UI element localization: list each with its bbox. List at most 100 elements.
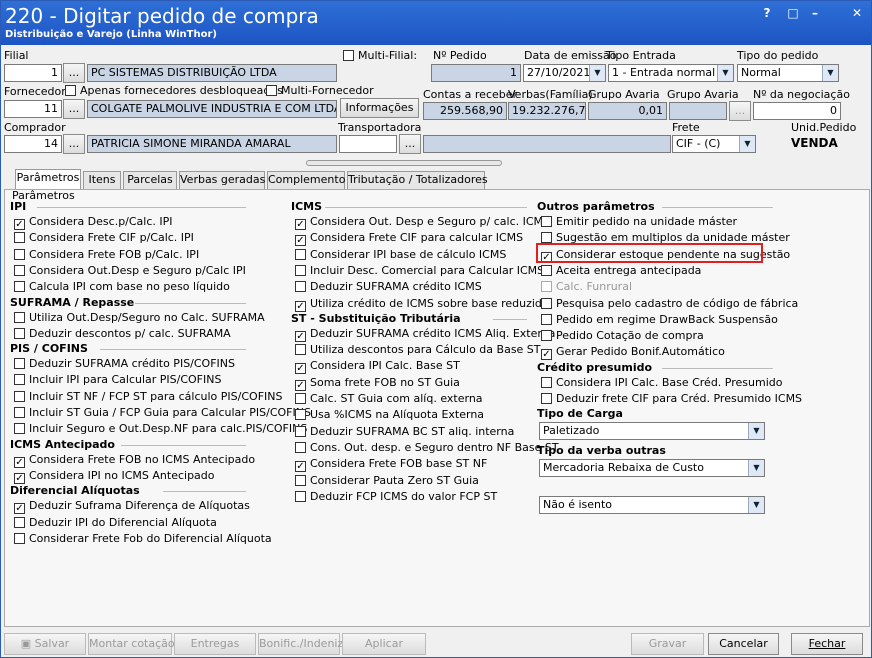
tab-complemento[interactable]: Complemento [267,171,345,189]
entregas-button[interactable]: Entregas [174,633,256,655]
aplicar-button[interactable]: Aplicar [342,633,426,655]
checkbox-considerar-pauta-zero-st-guia[interactable]: Considerar Pauta Zero ST Guia [295,474,479,490]
checkbox-deduzir-frete-cif-para-cred-presumido-ic[interactable]: Deduzir frete CIF para Créd. Presumido I… [541,392,802,408]
checkbox-considera-frete-fob-base-st-nf[interactable]: ✓ Considera Frete FOB base ST NF [295,457,487,473]
check-icon[interactable]: ✓ [14,219,25,230]
checkbox-incluir-st-nf-fcp-st-para-calculo-pis-co[interactable]: Incluir ST NF / FCP ST para cálculo PIS/… [14,390,282,406]
filial-code-input[interactable]: 1 [4,64,62,82]
checkbox-incluir-st-guia-fcp-guia-para-calcular-p[interactable]: Incluir ST Guia / FCP Guia para Calcular… [14,406,311,422]
tipo-verba-select[interactable]: Mercadoria Rebaixa de Custo ▼ [539,459,765,477]
checkbox-deduzir-ipi-do-diferencial-aliquota[interactable]: Deduzir IPI do Diferencial Alíquota [14,516,217,532]
check-icon[interactable]: ✓ [295,461,306,473]
checkbox-cons-out-desp-e-seguro-dentro-nf-base-st[interactable]: Cons. Out. desp. e Seguro dentro NF Base… [295,441,559,457]
tab-verbas-geradas[interactable]: Verbas geradas [179,171,265,189]
transportadora-search-button[interactable]: ... [399,134,421,154]
checkbox-box[interactable] [295,425,306,437]
splitter-handle[interactable] [306,160,502,166]
checkbox-box[interactable] [14,281,25,293]
checkbox-box[interactable] [541,232,552,244]
checkbox-considera-desc-p-calc-ipi[interactable]: ✓ Considera Desc.p/Calc. IPI [14,215,173,231]
checkbox-box[interactable] [541,264,552,276]
check-icon[interactable]: ✓ [14,503,25,515]
checkbox-deduzir-suframa-bc-st-aliq-interna[interactable]: Deduzir SUFRAMA BC ST aliq. interna [295,425,514,441]
multi-fornecedor-box[interactable] [266,85,277,96]
tipo-carga-select[interactable]: Paletizado ▼ [539,422,765,440]
check-icon[interactable]: ✓ [295,300,306,312]
checkbox-box[interactable] [14,516,25,528]
chevron-down-icon[interactable]: ▼ [748,460,764,476]
fechar-button[interactable]: Fechar [791,633,863,655]
checkbox-box[interactable] [14,423,25,435]
checkbox-considera-frete-fob-p-calc-ipi[interactable]: Considera Frete FOB p/Calc. IPI [14,248,199,264]
close-button[interactable]: ✕ [847,5,867,21]
check-icon[interactable]: ✓ [541,349,552,361]
checkbox-box[interactable] [14,232,25,244]
multi-filial-checkbox[interactable]: Multi-Filial: [343,49,417,65]
fornecedor-code-input[interactable]: 11 [4,100,62,118]
cancelar-button[interactable]: Cancelar [708,633,779,655]
checkbox-deduzir-suframa-credito-icms-aliq-extern[interactable]: ✓ Deduzir SUFRAMA crédito ICMS Aliq. Exte… [295,327,555,343]
chevron-down-icon[interactable]: ▼ [748,497,764,513]
checkbox-box[interactable] [295,441,306,453]
checkbox-calc-st-guia-com-aliq-externa[interactable]: Calc. ST Guia com alíq. externa [295,392,483,408]
transportadora-code-input[interactable] [339,135,397,153]
checkbox-box[interactable] [14,311,25,323]
checkbox-box[interactable] [14,374,25,386]
check-icon[interactable]: ✓ [295,379,306,391]
tab-itens[interactable]: Itens [83,171,121,189]
checkbox-calc-funrural[interactable]: Calc. Funrural [541,280,632,296]
checkbox-utiliza-credito-de-icms-sobre-base-reduz[interactable]: ✓ Utiliza crédito de ICMS sobre base redu… [295,297,549,313]
tipo-pedido-select[interactable]: Normal ▼ [737,64,839,82]
checkbox-pedido-em-regime-drawback-suspensao[interactable]: Pedido em regime DrawBack Suspensão [541,313,778,329]
checkbox-pesquisa-pelo-cadastro-de-codigo-de-fabr[interactable]: Pesquisa pelo cadastro de código de fábr… [541,297,798,313]
checkbox-deduzir-fcp-icms-do-valor-fcp-st[interactable]: Deduzir FCP ICMS do valor FCP ST [295,490,497,506]
check-icon[interactable]: ✓ [295,219,306,230]
tab-parcelas[interactable]: Parcelas [123,171,177,189]
comprador-search-button[interactable]: ... [63,134,85,154]
comprador-code-input[interactable]: 14 [4,135,62,153]
maximize-button[interactable]: □ [783,5,803,21]
checkbox-utiliza-descontos-para-calculo-da-base-s[interactable]: Utiliza descontos para Cálculo da Base S… [295,343,541,359]
check-icon[interactable]: ✓ [295,330,306,342]
checkbox-considera-frete-cif-p-calc-ipi[interactable]: Considera Frete CIF p/Calc. IPI [14,231,194,247]
checkbox-pedido-cotacao-de-compra[interactable]: Pedido Cotação de compra [541,329,704,345]
fornecedor-search-button[interactable]: ... [63,99,85,119]
checkbox-box[interactable] [14,407,25,418]
checkbox-box[interactable] [14,264,25,276]
checkbox-considera-out-desp-e-seguro-p-calc-ipi[interactable]: Considera Out.Desp e Seguro p/Calc IPI [14,264,246,280]
filial-search-button[interactable]: ... [63,63,85,83]
checkbox-box[interactable] [14,327,25,339]
checkbox-incluir-ipi-para-calcular-pis-cofins[interactable]: Incluir IPI para Calcular PIS/COFINS [14,373,221,389]
tab-parametros[interactable]: Parâmetros [15,169,81,190]
checkbox-utiliza-out-desp-seguro-no-calc-suframa[interactable]: Utiliza Out.Desp/Seguro no Calc. SUFRAMA [14,311,265,327]
checkbox-box[interactable] [14,390,25,402]
checkbox-considera-ipi-calc-base-cred-presumido[interactable]: Considera IPI Calc. Base Créd. Presumido [541,376,782,392]
checkbox-aceita-entrega-antecipada[interactable]: Aceita entrega antecipada [541,264,701,280]
isento-select[interactable]: Não é isento ▼ [539,496,765,514]
apenas-desbloqueados-checkbox[interactable]: Apenas fornecedores desbloqueados [65,84,283,100]
checkbox-usa-icms-na-aliquota-externa[interactable]: Usa %ICMS na Alíquota Externa [295,408,484,424]
checkbox-deduzir-suframa-credito-icms[interactable]: Deduzir SUFRAMA crédito ICMS [295,280,482,296]
checkbox-considera-ipi-calc-base-st[interactable]: ✓ Considera IPI Calc. Base ST [295,359,460,375]
tab-tributacao[interactable]: Tributação / Totalizadores [347,171,488,189]
checkbox-gerar-pedido-bonif-automatico[interactable]: ✓ Gerar Pedido Bonif.Automático [541,345,725,361]
checkbox-box[interactable] [14,248,25,260]
check-icon[interactable]: ✓ [295,235,306,247]
tipo-entrada-select[interactable]: 1 - Entrada normal ▼ [608,64,734,82]
informacoes-button[interactable]: Informações [340,98,419,118]
checkbox-considera-out-desp-e-seguro-p-calc-icms[interactable]: ✓ Considera Out. Desp e Seguro p/ calc. I… [295,215,550,231]
help-button[interactable]: ? [757,5,777,21]
negociacao-input[interactable]: 0 [753,102,841,120]
checkbox-incluir-seguro-e-out-desp-nf-para-calc-p[interactable]: Incluir Seguro e Out.Desp.NF para calc.P… [14,422,307,438]
checkbox-incluir-desc-comercial-para-calcular-icm[interactable]: Incluir Desc. Comercial para Calcular IC… [295,264,544,280]
chevron-down-icon[interactable]: ▼ [739,136,755,152]
checkbox-deduzir-descontos-p-calc-suframa[interactable]: Deduzir descontos p/ calc. SUFRAMA [14,327,231,343]
checkbox-box[interactable] [295,393,306,404]
checkbox-box[interactable] [295,264,306,276]
chevron-down-icon[interactable]: ▼ [822,65,838,81]
checkbox-considera-frete-cif-para-calcular-icms[interactable]: ✓ Considera Frete CIF para calcular ICMS [295,231,523,247]
chevron-down-icon[interactable]: ▼ [589,65,605,81]
multi-filial-box[interactable] [343,50,354,61]
checkbox-emitir-pedido-na-unidade-master[interactable]: Emitir pedido na unidade máster [541,215,737,231]
gravar-button[interactable]: Gravar [631,633,704,655]
